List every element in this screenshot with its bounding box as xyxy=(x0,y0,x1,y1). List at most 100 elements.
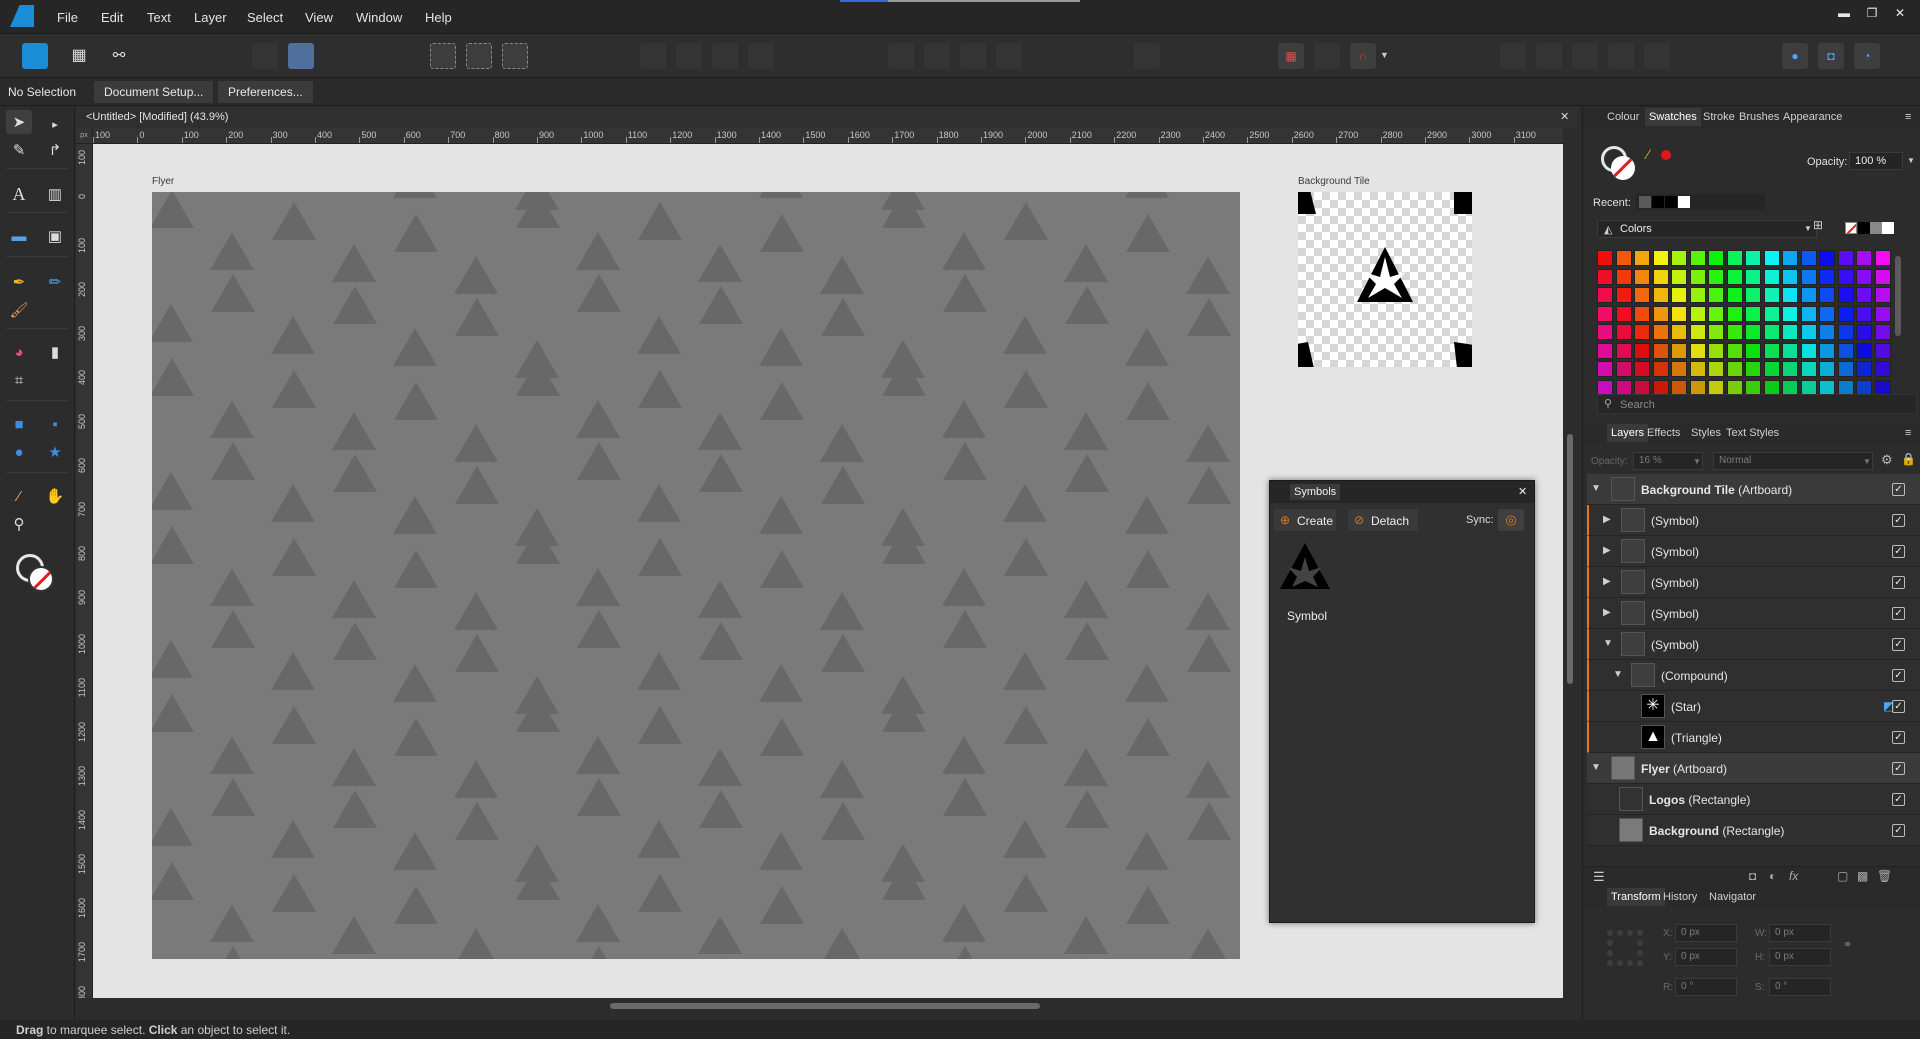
color-swatch[interactable] xyxy=(1745,250,1761,266)
color-swatch[interactable] xyxy=(1819,361,1835,377)
menu-select[interactable]: Select xyxy=(247,10,283,25)
color-swatch[interactable] xyxy=(1689,342,1706,359)
color-swatch[interactable] xyxy=(1726,342,1743,359)
color-swatch[interactable] xyxy=(1671,250,1687,266)
color-swatch[interactable] xyxy=(1708,268,1724,285)
swatch-search[interactable]: ⚲ Search xyxy=(1597,394,1917,414)
add-pixel-layer-icon[interactable]: ▩ xyxy=(1857,869,1868,883)
color-swatch[interactable] xyxy=(1819,268,1835,285)
boolean-subtract-icon[interactable] xyxy=(1536,43,1562,69)
transparency-tool-icon[interactable]: ▮ xyxy=(42,340,68,364)
color-swatch[interactable] xyxy=(1708,305,1724,322)
color-swatch[interactable] xyxy=(1597,250,1613,266)
pen-node-icon[interactable]: ✎ xyxy=(6,138,32,162)
visibility-checkbox[interactable]: ✓ xyxy=(1892,545,1905,558)
x-field[interactable]: 0 px xyxy=(1675,924,1737,942)
tab-effects[interactable]: Effects xyxy=(1647,427,1680,439)
rotation-field[interactable]: 0 ° xyxy=(1675,978,1737,996)
visibility-checkbox[interactable]: ✓ xyxy=(1892,576,1905,589)
menu-layer[interactable]: Layer xyxy=(194,10,227,25)
color-swatch[interactable] xyxy=(1689,250,1706,266)
color-swatch[interactable] xyxy=(1708,250,1724,266)
color-swatch[interactable] xyxy=(1800,268,1817,285)
boolean-xor-icon[interactable] xyxy=(1608,43,1634,69)
color-swatch[interactable] xyxy=(1856,305,1872,322)
color-swatch[interactable] xyxy=(1745,305,1761,322)
color-swatch[interactable] xyxy=(1763,305,1780,322)
layer-row-symbol-2[interactable]: ▶ (Symbol) ✓ xyxy=(1587,536,1920,567)
color-swatch[interactable] xyxy=(1800,342,1817,359)
color-swatch[interactable] xyxy=(1597,361,1613,377)
recent-swatch-white[interactable] xyxy=(1678,196,1690,208)
fx-icon[interactable]: fx xyxy=(1789,869,1798,883)
color-swatch[interactable] xyxy=(1615,268,1632,285)
place-image-icon[interactable]: ▬ xyxy=(6,224,32,248)
color-swatch[interactable] xyxy=(1726,250,1743,266)
color-swatch[interactable] xyxy=(1652,305,1669,322)
tab-brushes[interactable]: Brushes xyxy=(1739,111,1779,123)
visibility-checkbox[interactable]: ✓ xyxy=(1892,638,1905,651)
selection-box-icon[interactable] xyxy=(466,43,492,69)
node-tool-icon[interactable]: ▸ xyxy=(42,112,68,136)
color-swatch[interactable] xyxy=(1652,287,1669,303)
layer-row-symbol-5[interactable]: ▼ (Symbol) ✓ xyxy=(1587,629,1920,660)
color-swatch[interactable] xyxy=(1856,287,1872,303)
color-swatch[interactable] xyxy=(1763,342,1780,359)
color-swatch[interactable] xyxy=(1856,268,1872,285)
move-tool-icon[interactable]: ➤ xyxy=(6,110,32,134)
color-swatch[interactable] xyxy=(1671,361,1687,377)
align-icon[interactable] xyxy=(1134,43,1160,69)
create-symbol-button[interactable]: ⊕ Create xyxy=(1274,509,1336,531)
snapping-dropdown-icon[interactable]: ▼ xyxy=(1380,50,1389,60)
color-swatch[interactable] xyxy=(1726,361,1743,377)
collapse-icon[interactable]: ▼ xyxy=(1591,762,1601,773)
layer-row-compound[interactable]: ▼ (Compound) ✓ xyxy=(1587,660,1920,691)
collapse-icon[interactable]: ▼ xyxy=(1613,669,1623,680)
color-swatch[interactable] xyxy=(1819,324,1835,340)
color-swatch[interactable] xyxy=(1652,342,1669,359)
color-swatch[interactable] xyxy=(1671,342,1687,359)
visibility-checkbox[interactable]: ✓ xyxy=(1892,514,1905,527)
expand-icon[interactable]: ▶ xyxy=(1603,545,1611,556)
menu-view[interactable]: View xyxy=(305,10,333,25)
toolbar-btn-1[interactable] xyxy=(252,43,278,69)
close-symbols-icon[interactable]: ✕ xyxy=(1518,485,1527,498)
color-swatch[interactable] xyxy=(1634,287,1650,303)
tab-history[interactable]: History xyxy=(1663,891,1697,903)
color-swatch[interactable] xyxy=(1708,342,1724,359)
color-swatch[interactable] xyxy=(1763,287,1780,303)
marquee-icon[interactable] xyxy=(430,43,456,69)
color-swatch[interactable] xyxy=(1856,361,1872,377)
recent-swatch-black-2[interactable] xyxy=(1665,196,1677,208)
visibility-checkbox[interactable]: ✓ xyxy=(1892,483,1905,496)
boolean-divide-icon[interactable] xyxy=(1644,43,1670,69)
color-swatch[interactable] xyxy=(1597,305,1613,322)
layer-row-symbol-3[interactable]: ▶ (Symbol) ✓ xyxy=(1587,567,1920,598)
color-swatch[interactable] xyxy=(1763,361,1780,377)
close-document-icon[interactable]: ✕ xyxy=(1560,110,1569,123)
color-swatch[interactable] xyxy=(1634,268,1650,285)
view-mode-icon[interactable]: ◔ xyxy=(1854,43,1880,69)
y-field[interactable]: 0 px xyxy=(1675,948,1737,966)
restore-icon[interactable]: ❐ xyxy=(1860,6,1884,26)
black-swatch-icon[interactable] xyxy=(1858,222,1870,234)
rotate-2-icon[interactable] xyxy=(996,43,1022,69)
flip-2-icon[interactable] xyxy=(924,43,950,69)
color-swatch[interactable] xyxy=(1634,361,1650,377)
rotate-1-icon[interactable] xyxy=(960,43,986,69)
corner-tool-icon[interactable]: ↱ xyxy=(42,138,68,162)
color-swatch[interactable] xyxy=(1837,342,1854,359)
menu-help[interactable]: Help xyxy=(425,10,452,25)
layer-row-triangle[interactable]: ▲ (Triangle) ✓ xyxy=(1587,722,1920,753)
layer-opacity-dropdown-icon[interactable]: ▼ xyxy=(1693,457,1701,466)
color-swatch[interactable] xyxy=(1745,287,1761,303)
crop-tool-icon[interactable]: ⌗ xyxy=(6,368,32,392)
document-setup-button[interactable]: Document Setup... xyxy=(94,81,214,103)
visibility-checkbox[interactable]: ✓ xyxy=(1892,607,1905,620)
swatch-opacity-field[interactable]: 100 % xyxy=(1849,152,1903,170)
color-swatch[interactable] xyxy=(1745,342,1761,359)
gray-swatch-icon[interactable] xyxy=(1870,222,1882,234)
color-swatch[interactable] xyxy=(1615,342,1632,359)
designer-persona-icon[interactable] xyxy=(22,43,48,69)
layer-row-background-tile[interactable]: ▼ Background Tile (Artboard) ✓ xyxy=(1587,474,1920,505)
